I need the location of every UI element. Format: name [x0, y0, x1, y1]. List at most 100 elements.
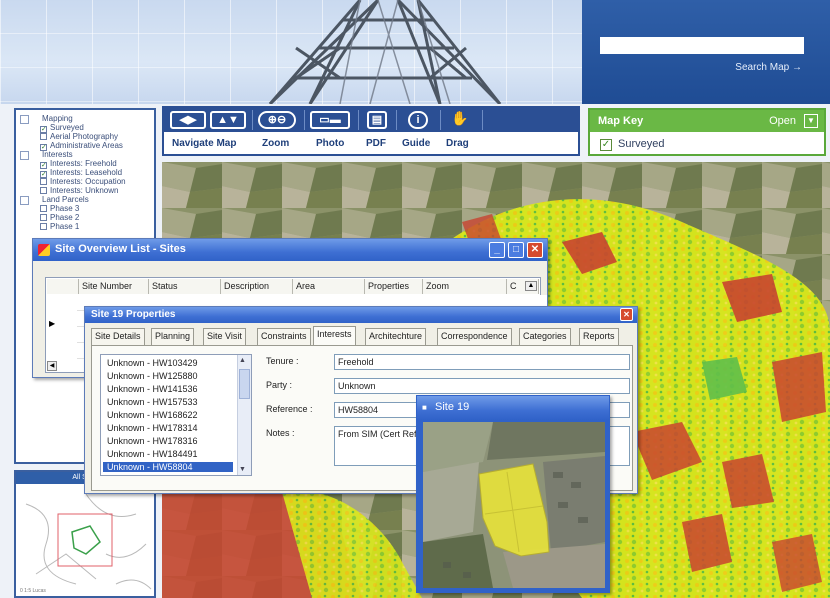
expand-collapse-icon[interactable]: [20, 115, 29, 124]
layer-item[interactable]: Aerial Photography: [40, 132, 118, 141]
close-button[interactable]: ✕: [527, 242, 543, 258]
column-header[interactable]: Status: [149, 279, 221, 294]
pdf-tool[interactable]: ▤ PDF: [362, 108, 394, 154]
tab-correspondence[interactable]: Correspondence: [437, 328, 512, 345]
expand-icon[interactable]: ▼: [804, 114, 818, 128]
minimize-button[interactable]: _: [489, 242, 505, 258]
layer-label: Interests: Freehold: [50, 159, 117, 168]
photo-icon[interactable]: ▭▬: [310, 111, 350, 129]
tool-label: PDF: [366, 138, 386, 149]
drag-tool[interactable]: ✋ Drag: [444, 108, 480, 154]
layer-group[interactable]: Mapping: [42, 114, 73, 123]
layer-item[interactable]: Phase 3: [40, 204, 79, 213]
search-input[interactable]: [600, 37, 804, 54]
column-header[interactable]: Properties: [365, 279, 423, 294]
navigate-map-tool[interactable]: ◀▶ ▲▼ Navigate Map: [168, 108, 252, 154]
layer-item[interactable]: Phase 1: [40, 222, 79, 231]
photo-tool[interactable]: ▭▬ Photo: [308, 108, 354, 154]
layer-checkbox[interactable]: [40, 223, 47, 230]
pdf-icon[interactable]: ▤: [367, 111, 387, 129]
hand-icon[interactable]: ✋: [450, 111, 470, 129]
layer-label: Mapping: [42, 114, 73, 123]
layer-checkbox[interactable]: [40, 214, 47, 221]
close-button[interactable]: ✕: [620, 308, 633, 321]
scroll-up-icon[interactable]: ▲: [239, 357, 246, 364]
layer-checkbox[interactable]: [40, 187, 47, 194]
maximize-button[interactable]: □: [508, 242, 524, 258]
tab-planning[interactable]: Planning: [151, 328, 195, 345]
column-header[interactable]: Site Number: [79, 279, 149, 294]
tenure-field[interactable]: Freehold: [334, 354, 630, 370]
tab-site-visit[interactable]: Site Visit: [203, 328, 246, 345]
interest-list-item[interactable]: Unknown - HW178314: [107, 423, 198, 433]
layer-label: Interests: [42, 150, 73, 159]
expand-collapse-icon[interactable]: [20, 151, 29, 160]
layer-label: Phase 1: [50, 222, 80, 231]
layer-checkbox[interactable]: [40, 133, 47, 140]
interest-list-item[interactable]: Unknown - HW168622: [107, 410, 198, 420]
expand-collapse-icon[interactable]: [20, 196, 29, 205]
guide-tool[interactable]: i Guide: [400, 108, 438, 154]
navigate-up-down-icon[interactable]: ▲▼: [210, 111, 246, 129]
mini-map-drawing: [25, 493, 152, 590]
layer-item[interactable]: Phase 2: [40, 213, 79, 222]
scroll-up-icon[interactable]: ▲: [525, 281, 537, 291]
info-icon[interactable]: i: [408, 111, 428, 129]
toolbar-divider: [358, 110, 359, 130]
current-row-icon: ▶: [49, 319, 56, 328]
scroll-left-icon[interactable]: ◀: [47, 361, 57, 371]
interest-list-item[interactable]: Unknown - HW125880: [107, 371, 198, 381]
interest-list-item[interactable]: Unknown - HW178316: [107, 436, 198, 446]
header-banner: Search Map →: [0, 0, 830, 104]
list-scrollbar[interactable]: ▲ ▼: [237, 355, 251, 475]
tab-interests[interactable]: Interests: [313, 326, 356, 345]
tab-architechture[interactable]: Architechture: [365, 328, 427, 345]
layer-label: Interests: Leasehold: [50, 168, 123, 177]
interest-list-item[interactable]: Unknown - HW141536: [107, 384, 198, 394]
interest-list-item[interactable]: Unknown - HW184491: [107, 449, 198, 459]
party-label: Party :: [266, 380, 293, 390]
layer-group[interactable]: Interests: [42, 150, 73, 159]
tab-reports[interactable]: Reports: [579, 328, 619, 345]
surveyed-checkbox[interactable]: ✓: [600, 139, 612, 151]
toolbar-divider: [252, 110, 253, 130]
layer-label: Aerial Photography: [50, 132, 119, 141]
interests-list[interactable]: ▲ ▼ Unknown - HW103429 Unknown - HW125880…: [100, 354, 252, 476]
search-map-link[interactable]: Search Map →: [735, 62, 802, 73]
tab-categories[interactable]: Categories: [519, 328, 571, 345]
layer-item[interactable]: Interests: Unknown: [40, 186, 118, 195]
site-properties-titlebar[interactable]: Site 19 Properties ✕: [85, 307, 637, 323]
interest-list-item[interactable]: Unknown - HW157533: [107, 397, 198, 407]
navigate-left-right-icon[interactable]: ◀▶: [170, 111, 206, 129]
layer-checkbox[interactable]: [40, 178, 47, 185]
site-19-photo-window[interactable]: ■ Site 19: [416, 395, 610, 593]
scroll-down-icon[interactable]: ▼: [239, 466, 246, 473]
toolbar-divider: [304, 110, 305, 130]
site-19-aerial-photo: [423, 422, 605, 588]
tab-constraints[interactable]: Constraints: [257, 328, 311, 345]
map-key-item-surveyed: Surveyed: [618, 138, 665, 150]
site-overview-titlebar[interactable]: Site Overview List - Sites _ □ ✕: [33, 239, 547, 261]
tenure-label: Tenure :: [266, 356, 299, 366]
zoom-tool[interactable]: ⊕⊖ Zoom: [256, 108, 300, 154]
party-field[interactable]: Unknown: [334, 378, 630, 394]
scrollbar-thumb[interactable]: [239, 369, 250, 399]
tool-label: Navigate Map: [172, 138, 237, 149]
tab-site-details[interactable]: Site Details: [91, 328, 145, 345]
interest-list-item[interactable]: Unknown - HW103429: [107, 358, 198, 368]
layer-checkbox[interactable]: [40, 205, 47, 212]
layer-item[interactable]: Interests: Occupation: [40, 177, 126, 186]
toolbar-divider: [440, 110, 441, 130]
map-key-open-link[interactable]: Open: [769, 115, 796, 127]
column-header[interactable]: Zoom: [423, 279, 507, 294]
layer-group[interactable]: Land Parcels: [42, 195, 89, 204]
column-header[interactable]: Description: [221, 279, 293, 294]
site-19-titlebar[interactable]: ■ Site 19: [417, 396, 609, 420]
interest-list-item[interactable]: Unknown - HW58804: [103, 462, 233, 472]
layer-label: Phase 3: [50, 204, 80, 213]
column-header[interactable]: Area: [293, 279, 365, 294]
zoom-icon[interactable]: ⊕⊖: [258, 111, 296, 129]
notes-label: Notes :: [266, 428, 295, 438]
reference-label: Reference :: [266, 404, 313, 414]
mini-map-scale: 0 1:5 Lucas: [20, 588, 46, 594]
